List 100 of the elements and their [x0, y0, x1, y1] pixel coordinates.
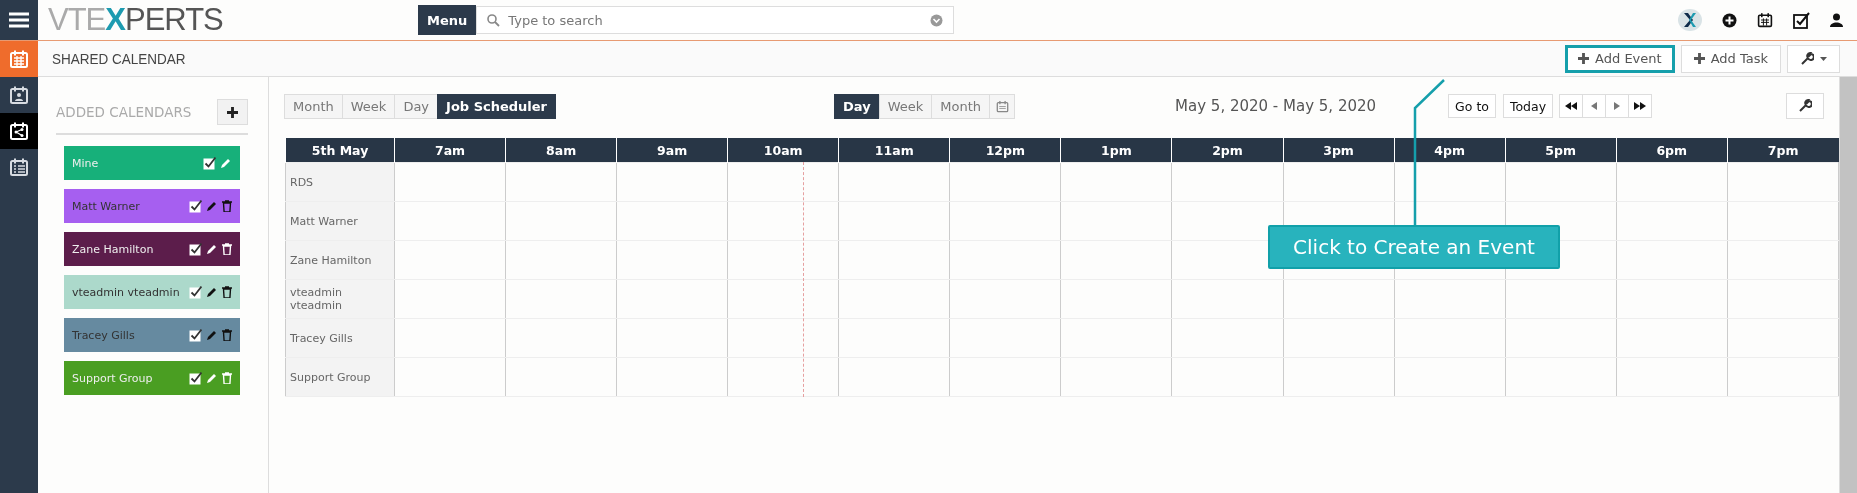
search-icon: [487, 13, 501, 27]
search-box[interactable]: Type to search: [476, 6, 955, 34]
view-tab[interactable]: Week: [341, 93, 396, 119]
page-title: SHARED CALENDAR: [52, 50, 186, 67]
row-label: Tracey Gills: [285, 318, 395, 358]
row-label: Support Group: [285, 357, 395, 397]
plus-icon: [1693, 53, 1705, 64]
checkbox[interactable]: [189, 371, 202, 385]
calendar-icon: [9, 85, 29, 105]
menu-icon[interactable]: [0, 0, 38, 40]
scrollbar[interactable]: [1839, 77, 1857, 493]
plus-icon: [227, 106, 238, 118]
first-page-button[interactable]: [1559, 94, 1584, 118]
wrench-icon: [1798, 99, 1812, 113]
double-right-icon: [1634, 102, 1647, 110]
last-page-button[interactable]: [1628, 94, 1653, 118]
column-header: 5th May: [285, 138, 395, 163]
time-slot[interactable]: [727, 240, 839, 280]
add-button[interactable]: Add Event: [1565, 44, 1675, 73]
callout-tooltip: Click to Create an Event: [1268, 225, 1560, 269]
row-label: Matt Warner: [285, 201, 395, 241]
section-title: ADDED CALENDARS: [56, 104, 192, 120]
column-header: 5pm: [1505, 138, 1617, 163]
calendar-item[interactable]: vteadmin vteadmin: [64, 275, 240, 309]
calendar-name: Zane Hamilton: [72, 242, 155, 256]
column-header: 3pm: [1283, 138, 1395, 163]
calendar-name: Mine: [72, 156, 100, 170]
logo: VTEXPERTS: [48, 2, 224, 38]
time-slot[interactable]: [727, 162, 839, 202]
calendar-name: Tracey Gills: [72, 328, 136, 342]
app-logo-icon[interactable]: [1678, 9, 1702, 31]
dropdown-icon: [930, 13, 944, 27]
add-icon[interactable]: [1722, 12, 1737, 28]
edit-icon[interactable]: [206, 329, 218, 341]
search-field[interactable]: Type to search: [506, 7, 925, 33]
column-header: 6pm: [1616, 138, 1728, 163]
view-tab[interactable]: Day: [394, 93, 439, 119]
add-button[interactable]: Add Task: [1680, 44, 1781, 73]
checkbox[interactable]: [189, 199, 202, 213]
nav-button[interactable]: Today: [1502, 94, 1554, 118]
caret-icon: [1820, 56, 1827, 61]
column-header: 1pm: [1060, 138, 1172, 163]
double-left-icon: [1565, 102, 1578, 110]
date-range: May 5, 2020 - May 5, 2020: [1175, 97, 1377, 115]
settings-button[interactable]: [1786, 93, 1824, 119]
range-tab[interactable]: Day: [834, 93, 880, 119]
delete-icon[interactable]: [222, 286, 232, 298]
add-calendar-button[interactable]: [217, 99, 248, 125]
sidebar-item[interactable]: [0, 113, 38, 149]
time-slot[interactable]: [1394, 162, 1506, 202]
row-label: vteadmin vteadmin: [285, 279, 395, 319]
right-icon: [1614, 102, 1621, 110]
tools-button[interactable]: [1787, 44, 1840, 73]
edit-icon[interactable]: [206, 286, 218, 298]
calendar-icon: [995, 99, 1009, 113]
column-header: 2pm: [1171, 138, 1283, 163]
calendar-icon: [9, 121, 29, 141]
edit-icon[interactable]: [206, 243, 218, 255]
column-header: 9am: [616, 138, 728, 163]
user-icon[interactable]: [1830, 13, 1843, 27]
range-tab[interactable]: Week: [878, 93, 933, 119]
menu-button[interactable]: Menu: [418, 5, 477, 35]
checkbox[interactable]: [189, 285, 202, 299]
calendar-name: Matt Warner: [72, 199, 141, 213]
delete-icon[interactable]: [222, 200, 232, 212]
left-icon: [1591, 102, 1598, 110]
edit-icon[interactable]: [206, 200, 218, 212]
time-slot[interactable]: [727, 279, 839, 319]
range-tab[interactable]: Month: [931, 93, 991, 119]
column-header: 12pm: [949, 138, 1061, 163]
row-label: RDS: [285, 162, 395, 202]
calendar-icon: [9, 157, 29, 177]
date-picker-button[interactable]: [989, 93, 1016, 119]
column-header: 8am: [505, 138, 617, 163]
row-label: Zane Hamilton: [285, 240, 395, 280]
view-tab[interactable]: Month: [284, 93, 343, 119]
calendar-icon[interactable]: [1757, 12, 1773, 28]
checkbox[interactable]: [203, 156, 216, 170]
checkbox-icon[interactable]: [1793, 11, 1810, 29]
checkbox[interactable]: [189, 242, 202, 256]
calendar-name: vteadmin vteadmin: [72, 285, 181, 299]
delete-icon[interactable]: [222, 329, 232, 341]
calendar-icon: [9, 49, 29, 69]
checkbox[interactable]: [189, 328, 202, 342]
column-header: 7am: [394, 138, 506, 163]
column-header: 4pm: [1394, 138, 1506, 163]
calendar-item[interactable]: Zane Hamilton: [64, 232, 240, 266]
calendar-name: Support Group: [72, 371, 154, 385]
calendar-item[interactable]: Tracey Gills: [64, 318, 240, 352]
column-header: 11am: [838, 138, 950, 163]
column-header: 10am: [727, 138, 839, 163]
time-slot[interactable]: [727, 357, 839, 397]
time-slot[interactable]: [727, 201, 839, 241]
next-button[interactable]: [1605, 94, 1630, 118]
view-tab[interactable]: Job Scheduler: [437, 93, 557, 119]
wrench-icon: [1800, 51, 1814, 66]
nav-button[interactable]: Go to: [1448, 94, 1496, 118]
previous-button[interactable]: [1582, 94, 1607, 118]
time-slot[interactable]: [727, 318, 839, 358]
column-header: 7pm: [1727, 138, 1839, 163]
